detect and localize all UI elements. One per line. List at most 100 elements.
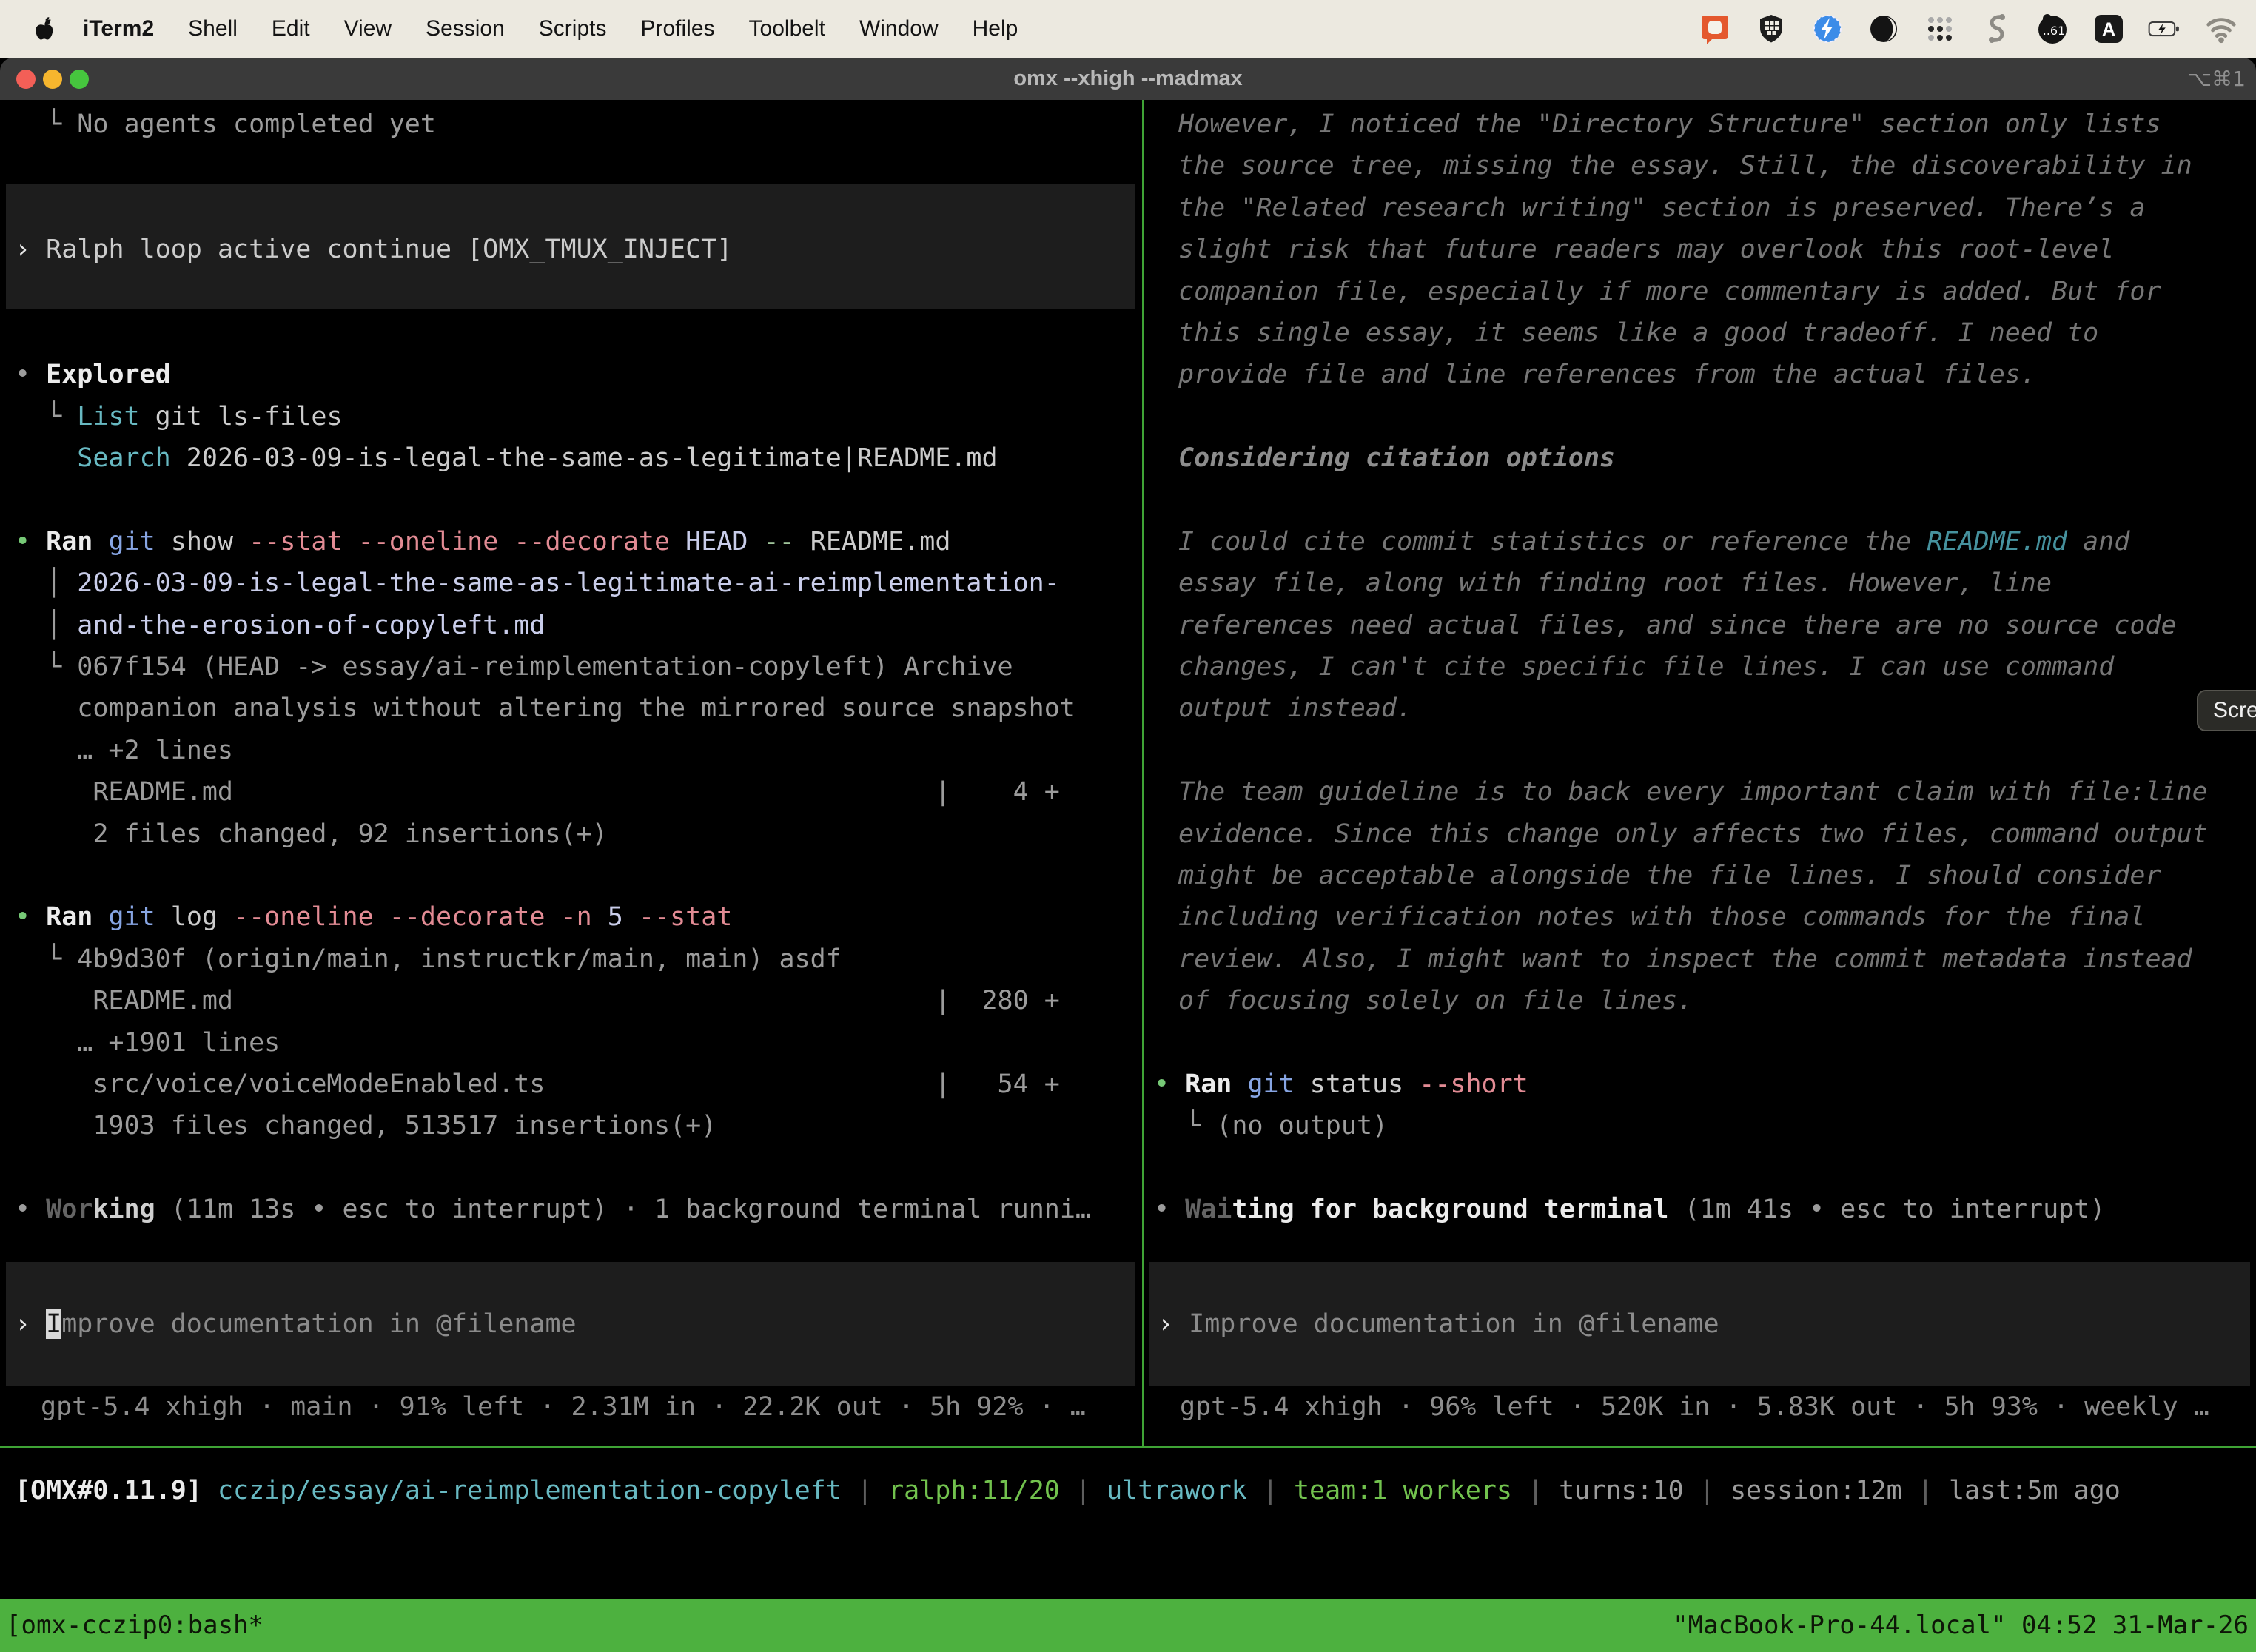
waiting-status: • Waiting for background terminal (1m 41… [1154,1189,2256,1230]
tmux-session-label: [omx-cczip0:bash* [6,1599,263,1652]
terminal-row: provide file and line references from th… [1154,354,2256,395]
terminal-row [1154,396,2256,437]
caps-a-icon[interactable]: A [2092,12,2126,46]
menu-item-scripts[interactable]: Scripts [539,16,607,41]
menu-item-window[interactable]: Window [859,16,939,41]
terminal-row: I could cite commit statistics or refere… [1154,521,2256,563]
active-app-name[interactable]: iTerm2 [83,16,154,41]
terminal-row: evidence. Since this change only affects… [1154,813,2256,855]
terminal-row: review. Also, I might want to inspect th… [1154,939,2256,980]
left-pane[interactable]: └ No agents completed yet › Ralph loop ac… [15,104,1140,1231]
terminal-row [15,855,1140,896]
right-pane[interactable]: However, I noticed the "Directory Struct… [1154,104,2256,1231]
cmd-git-show: • Ran git show --stat --oneline --decora… [15,521,1140,563]
terminal-row: the source tree, missing the essay. Stil… [1154,145,2256,187]
macos-menu-bar: iTerm2 Shell Edit View Session Scripts Profil… [0,0,2256,58]
menubar-status-icons: ..61 A [1698,12,2256,46]
terminal-row: 2 files changed, 92 insertions(+) [15,813,1140,855]
terminal-row: The team guideline is to back every impo… [1154,771,2256,813]
terminal-row [1154,730,2256,771]
terminal-row: companion analysis without altering the … [15,688,1140,729]
right-input-line: › Improve documentation in @filename [1149,1303,1719,1345]
terminal-row [1154,480,2256,521]
terminal-row: essay file, along with finding root file… [1154,563,2256,604]
cmd-git-log: • Ran git log --oneline --decorate -n 5 … [15,896,1140,938]
menu-item-edit[interactable]: Edit [272,16,310,41]
terminal-row: companion file, especially if more comme… [1154,271,2256,312]
window-titlebar[interactable]: omx --xhigh --madmax ⌥⌘1 [0,58,2256,100]
terminal-row: └ 067f154 (HEAD -> essay/ai-reimplementa… [15,646,1140,688]
terminal-content: └ No agents completed yet › Ralph loop ac… [0,100,2256,1652]
dots-grid-icon[interactable] [1923,12,1957,46]
notification-toast-text: Scre [2213,698,2256,723]
agents-status: └ No agents completed yet [15,104,1140,145]
omx-status-line: [OMX#0.11.9] cczip/essay/ai-reimplementa… [15,1470,2121,1511]
crescent-icon[interactable] [1867,12,1901,46]
menu-items: Shell Edit View Session Scripts Profiles Toolb… [154,16,1018,41]
explored-search: Search 2026-03-09-is-legal-the-same-as-l… [15,437,1140,479]
shield-grid-icon[interactable] [1754,12,1788,46]
tmux-status-bar: [omx-cczip0:bash* "MacBook-Pro-44.local"… [0,1599,2256,1652]
terminal-row: this single essay, it seems like a good … [1154,312,2256,354]
terminal-row: src/voice/voiceModeEnabled.ts | 54 + [15,1064,1140,1105]
terminal-row: README.md | 4 + [15,771,1140,813]
terminal-row: changes, I can't cite specific file line… [1154,646,2256,688]
working-status: • Working (11m 13s • esc to interrupt) ·… [15,1189,1140,1230]
svg-text:A: A [2102,19,2115,40]
left-input-line: › Improve documentation in @filename [6,1303,577,1345]
terminal-row: slight risk that future readers may over… [1154,229,2256,270]
terminal-row: … +1901 lines [15,1022,1140,1064]
tmux-host-clock: "MacBook-Pro-44.local" 04:52 31-Mar-26 [1673,1599,2249,1652]
terminal-row: │ and-the-erosion-of-copyleft.md [15,605,1140,646]
percent-61-badge-icon[interactable]: ..61 [2035,12,2069,46]
terminal-row [15,312,1140,354]
tmux-pane-divider[interactable] [1142,100,1144,1446]
squiggle-icon[interactable] [1979,12,2013,46]
terminal-row: └ 4b9d30f (origin/main, instructkr/main,… [15,939,1140,980]
menu-item-toolbelt[interactable]: Toolbelt [749,16,825,41]
explored-list: └ List git ls-files [15,396,1140,437]
terminal-row: However, I noticed the "Directory Struct… [1154,104,2256,145]
chat-bubble-icon[interactable] [1698,12,1732,46]
terminal-row: 1903 files changed, 513517 insertions(+) [15,1105,1140,1146]
terminal-row: might be acceptable alongside the file l… [1154,855,2256,896]
terminal-row [15,187,1140,229]
notification-toast: Scre [2197,690,2256,731]
terminal-row [15,145,1140,187]
terminal-row: … +2 lines [15,730,1140,771]
terminal-row: the "Related research writing" section i… [1154,187,2256,229]
terminal-row [15,271,1140,312]
apple-menu-icon[interactable] [34,16,55,41]
terminal-row [1154,1147,2256,1189]
menu-item-profiles[interactable]: Profiles [640,16,714,41]
terminal-row: │ 2026-03-09-is-legal-the-same-as-legiti… [15,563,1140,604]
terminal-row: references need actual files, and since … [1154,605,2256,646]
menu-item-help[interactable]: Help [973,16,1018,41]
right-prompt-input[interactable]: › Improve documentation in @filename [1149,1262,2250,1386]
terminal-row: output instead. [1154,688,2256,729]
menu-item-view[interactable]: View [344,16,392,41]
explored-header: • Explored [15,354,1140,395]
right-model-status: gpt-5.4 xhigh · 96% left · 520K in · 5.8… [1180,1386,2209,1428]
terminal-row [15,480,1140,521]
wifi-icon[interactable] [2204,12,2238,46]
svg-text:..61: ..61 [2043,24,2066,38]
left-prompt-input[interactable]: › Improve documentation in @filename [6,1262,1135,1386]
ralph-loop-line: › Ralph loop active continue [OMX_TMUX_I… [15,229,1140,270]
terminal-row: └ (no output) [1154,1105,2256,1146]
window-title: omx --xhigh --madmax [0,58,2256,100]
bolt-badge-icon[interactable] [1810,12,1844,46]
cmd-git-status: • Ran git status --short [1154,1064,2256,1105]
terminal-row: README.md | 280 + [15,980,1140,1021]
battery-charging-icon[interactable] [2148,12,2182,46]
menu-item-shell[interactable]: Shell [188,16,238,41]
reasoning-heading: Considering citation options [1154,437,2256,479]
left-model-status: gpt-5.4 xhigh · main · 91% left · 2.31M … [41,1386,1086,1428]
terminal-row [15,1147,1140,1189]
tmux-horizontal-border [0,1446,2256,1448]
iterm2-window: omx --xhigh --madmax ⌥⌘1 └ No agents com… [0,58,2256,1652]
terminal-row [1154,1022,2256,1064]
window-shortcut-hint: ⌥⌘1 [2188,58,2246,100]
menu-item-session[interactable]: Session [426,16,505,41]
terminal-row: of focusing solely on file lines. [1154,980,2256,1021]
